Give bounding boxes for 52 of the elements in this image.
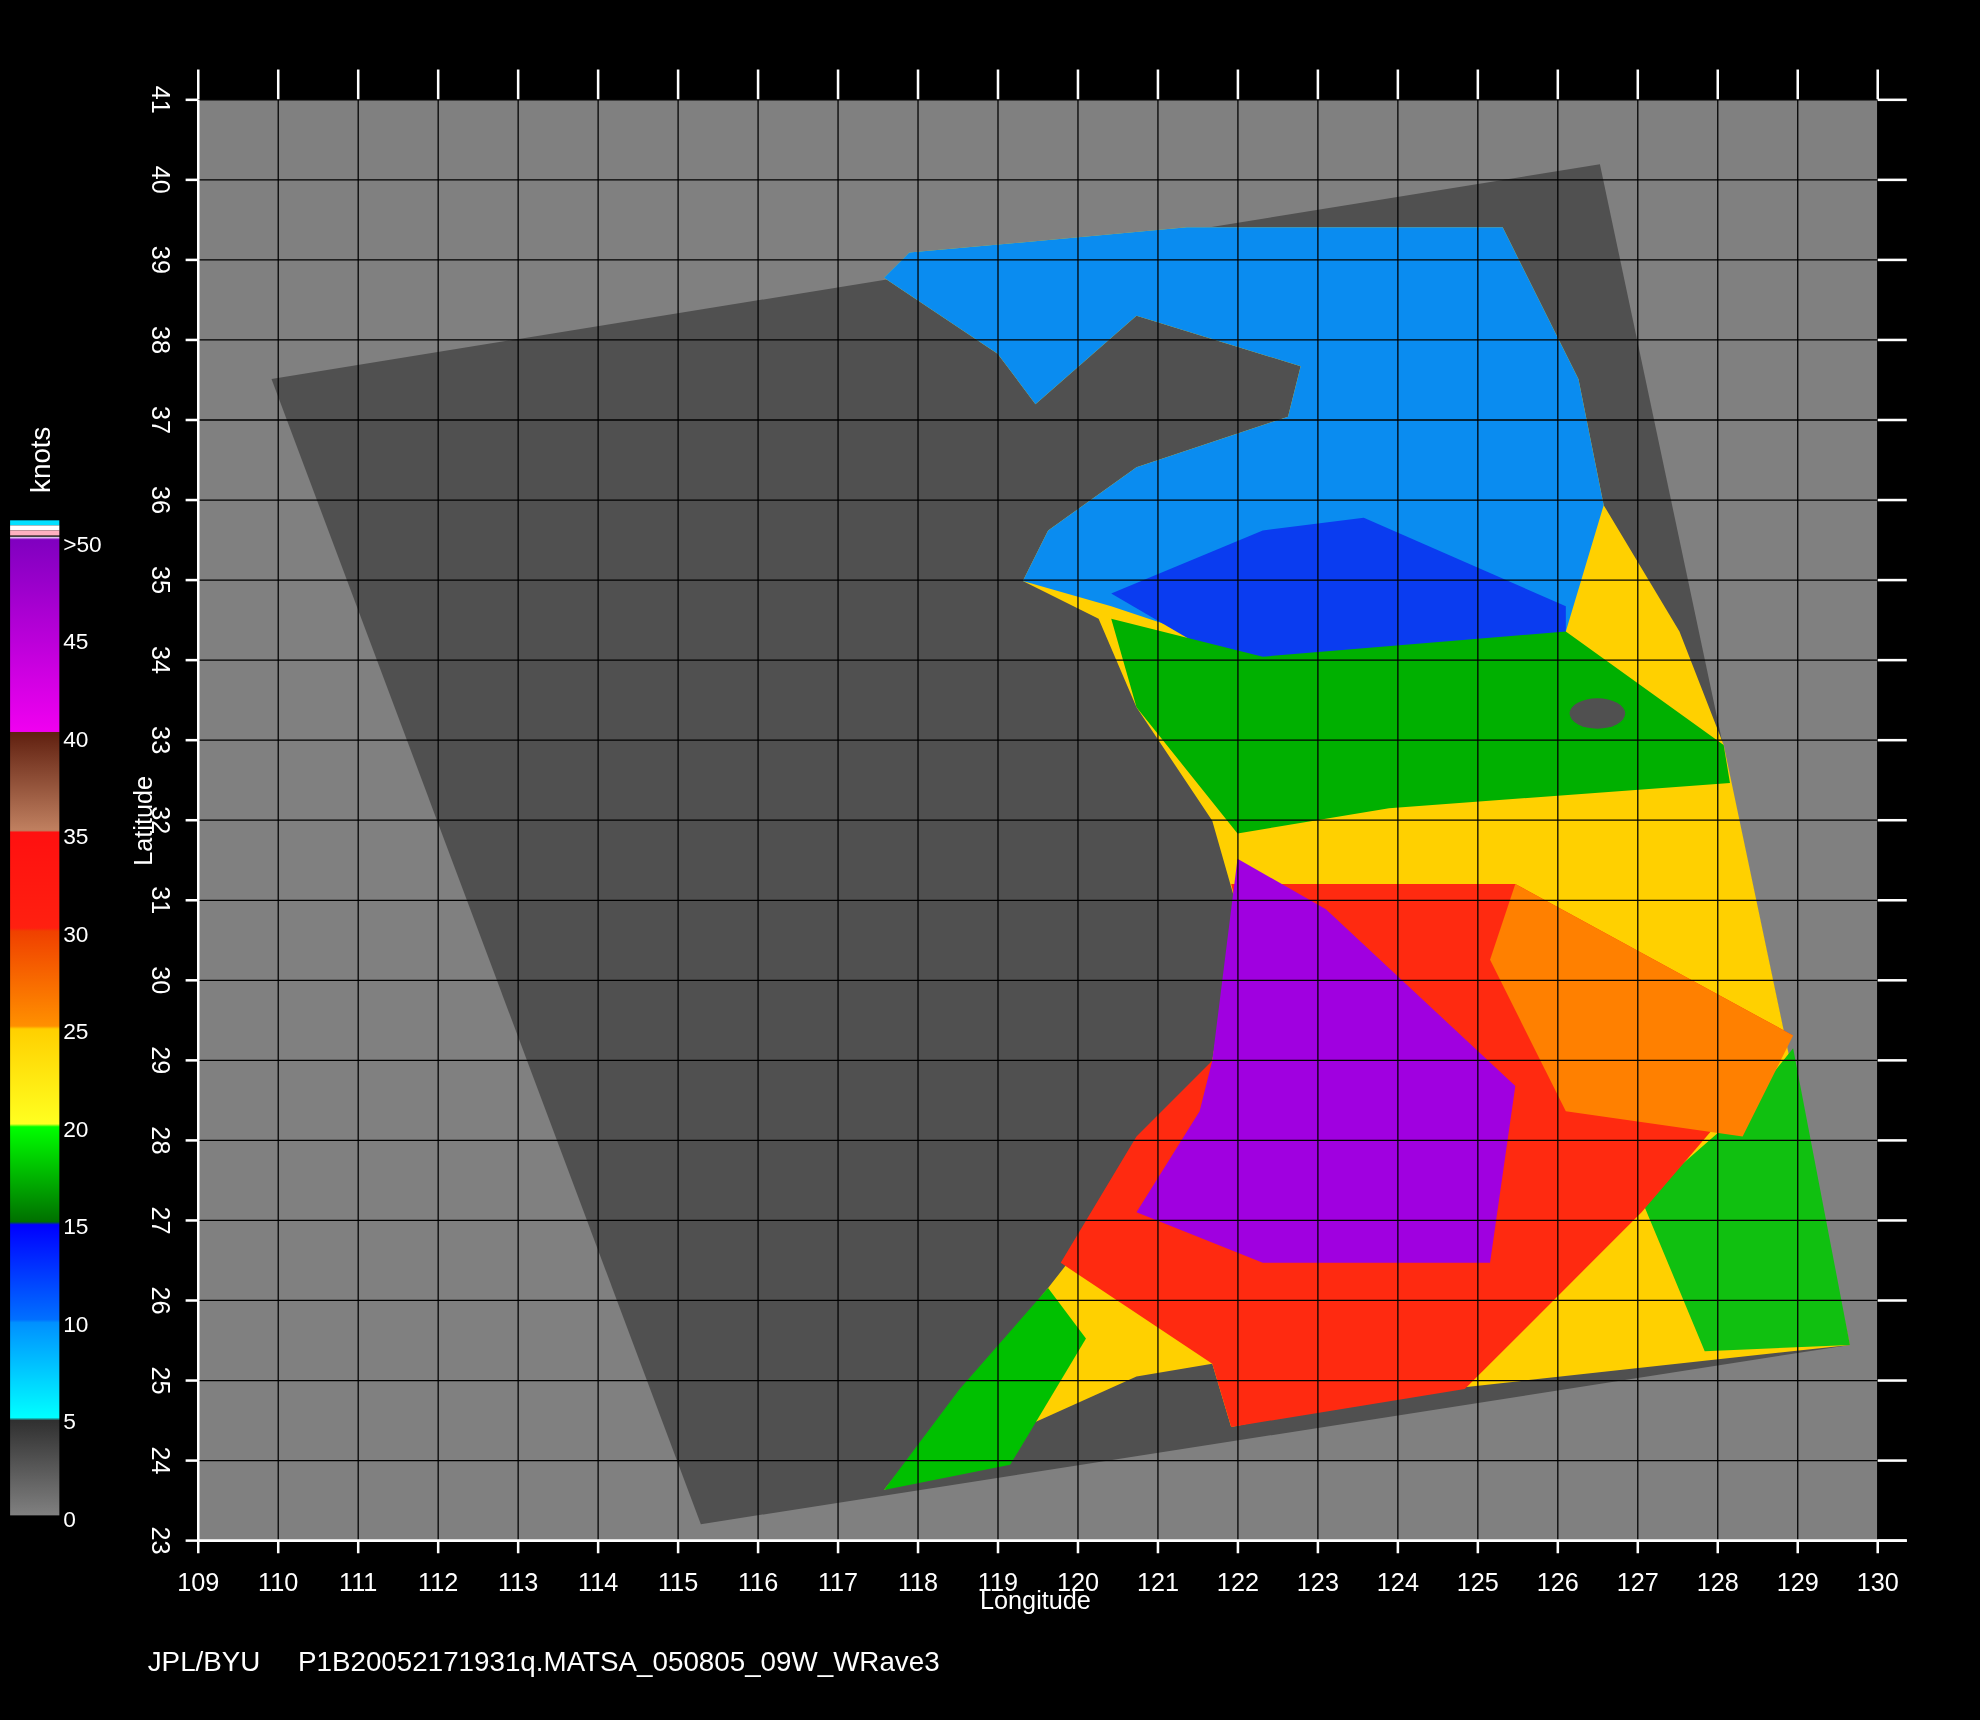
scale-label: >50 bbox=[63, 530, 102, 557]
axis-tick-label: 27 bbox=[146, 1206, 175, 1235]
axis-tick-label: 34 bbox=[146, 646, 175, 675]
axis-tick-label: 116 bbox=[737, 1568, 779, 1597]
axis-tick-label: 127 bbox=[1616, 1568, 1659, 1597]
scale-label: 0 bbox=[63, 1505, 76, 1532]
axis-tick-label: 123 bbox=[1296, 1568, 1339, 1597]
scale-label: 10 bbox=[63, 1310, 89, 1337]
axis-tick-label: 25 bbox=[146, 1366, 175, 1395]
file-name: P1B20052171931q.MATSA_050805_09W_WRave3 bbox=[298, 1645, 940, 1677]
source-label: JPL/BYU bbox=[147, 1645, 261, 1677]
axis-tick-label: 39 bbox=[146, 245, 175, 274]
axis-tick-label: 121 bbox=[1136, 1568, 1179, 1597]
axis-tick-label: 115 bbox=[657, 1568, 699, 1597]
axis-tick-label: 118 bbox=[897, 1568, 939, 1597]
axis-tick-label: 35 bbox=[146, 566, 175, 595]
axis-tick-label: 111 bbox=[339, 1568, 378, 1597]
axis-tick-label: 28 bbox=[146, 1126, 175, 1155]
axis-tick-label: 26 bbox=[146, 1286, 175, 1315]
scale-label: 40 bbox=[63, 725, 89, 752]
axis-tick-label: 122 bbox=[1216, 1568, 1259, 1597]
axis-tick-label: 38 bbox=[146, 325, 175, 354]
axis-tick-label: 128 bbox=[1696, 1568, 1739, 1597]
axis-tick-label: 130 bbox=[1856, 1568, 1899, 1597]
scale-label: 15 bbox=[63, 1213, 89, 1240]
scale-label: 35 bbox=[63, 823, 89, 850]
scale-label: 30 bbox=[63, 920, 89, 947]
axis-tick-label: 125 bbox=[1456, 1568, 1499, 1597]
axis-tick-label: 41 bbox=[146, 85, 175, 114]
axis-tick-label: 109 bbox=[177, 1568, 220, 1597]
axis-tick-label: 33 bbox=[146, 726, 175, 755]
axis-tick-label: 36 bbox=[146, 486, 175, 515]
scale-label: 20 bbox=[63, 1115, 89, 1142]
axis-tick-label: 112 bbox=[418, 1568, 459, 1597]
axis-tick-label: 30 bbox=[146, 966, 175, 995]
scale-label: 45 bbox=[63, 628, 89, 655]
axis-tick-label: 114 bbox=[578, 1568, 619, 1597]
axis-tick-label: 24 bbox=[146, 1446, 175, 1475]
scale-label: 5 bbox=[63, 1408, 76, 1435]
axis-tick-label: 129 bbox=[1776, 1568, 1819, 1597]
axis-tick-label: 37 bbox=[146, 405, 175, 435]
axis-tick-label: 113 bbox=[498, 1568, 539, 1597]
unit-label: knots bbox=[25, 426, 57, 493]
axis-tick-label: 23 bbox=[146, 1526, 175, 1555]
axis-tick-label: 29 bbox=[146, 1046, 175, 1075]
scale-label: 25 bbox=[63, 1018, 89, 1045]
axis-tick-label: 31 bbox=[146, 886, 175, 915]
axis-tick-label: 124 bbox=[1376, 1568, 1419, 1597]
axis-tick-label: 40 bbox=[146, 165, 175, 194]
axis-tick-label: 110 bbox=[258, 1568, 299, 1597]
axis-tick-label: 117 bbox=[817, 1568, 859, 1597]
axis-tick-label: 126 bbox=[1536, 1568, 1579, 1597]
